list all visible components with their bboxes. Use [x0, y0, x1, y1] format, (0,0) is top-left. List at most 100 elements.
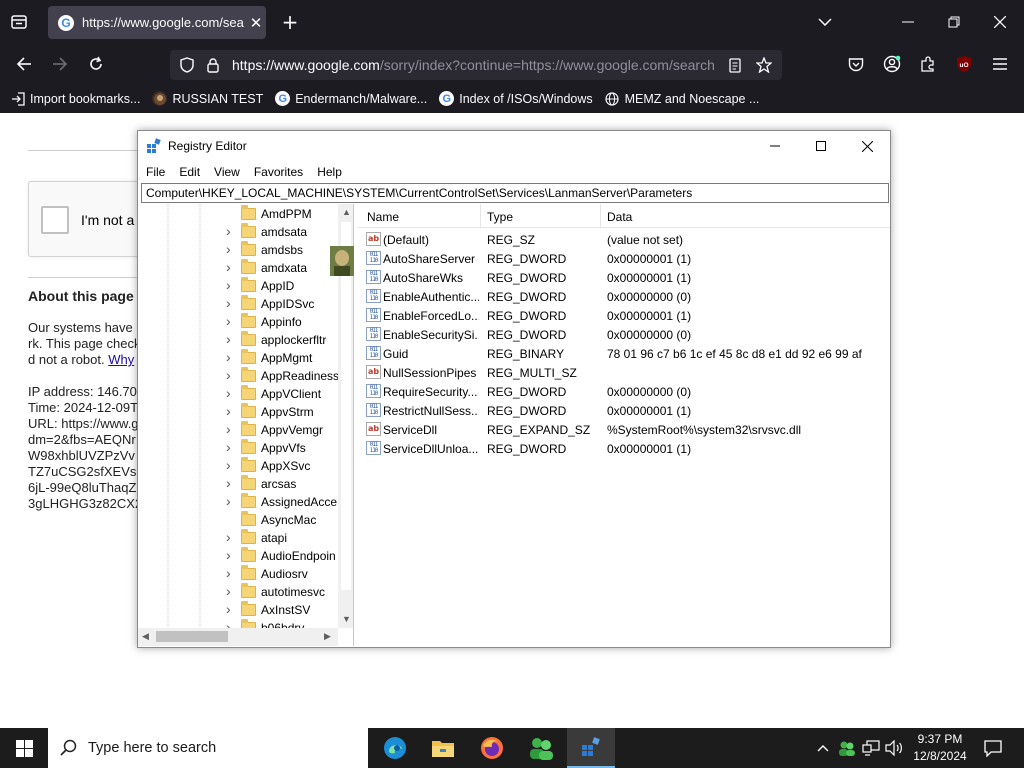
tree-item[interactable]: › AxInstSV [138, 601, 338, 619]
new-tab-icon[interactable]: + [280, 10, 300, 34]
show-hidden-icons-chevron-icon[interactable] [812, 728, 834, 768]
menu-view[interactable]: View [214, 165, 240, 179]
scrollbar-thumb[interactable] [156, 631, 228, 642]
expand-chevron-icon[interactable]: › [226, 475, 231, 491]
scroll-down-arrow-icon[interactable]: ▼ [342, 614, 351, 624]
account-icon[interactable] [882, 54, 902, 74]
close-icon[interactable] [844, 131, 890, 161]
tree-item[interactable]: › atapi [138, 529, 338, 547]
bookmark-memz[interactable]: MEMZ and Noescape ... [605, 91, 759, 106]
expand-chevron-icon[interactable]: › [226, 619, 231, 628]
tree-item[interactable]: AmdPPM [138, 205, 338, 223]
tree-item[interactable]: › amdsata [138, 223, 338, 241]
value-row[interactable]: 011 110 AutoShareServer REG_DWORD 0x0000000… [358, 249, 890, 268]
menu-edit[interactable]: Edit [179, 165, 200, 179]
column-header-data[interactable]: Data [607, 210, 632, 224]
value-row[interactable]: 011 110 RequireSecurity... REG_DWORD 0x0000… [358, 382, 890, 401]
url-text[interactable]: https://www.google.com/sorry/index?conti… [232, 57, 720, 73]
url-bar[interactable]: https://www.google.com/sorry/index?conti… [170, 50, 782, 80]
scroll-right-arrow-icon[interactable]: ▶ [324, 631, 331, 642]
expand-chevron-icon[interactable]: › [226, 259, 231, 275]
list-tabs-chevron-icon[interactable] [815, 12, 835, 32]
menu-help[interactable]: Help [317, 165, 342, 179]
value-row[interactable]: 011 110 RestrictNullSess... REG_DWORD 0x000… [358, 401, 890, 420]
app-menu-icon[interactable] [990, 54, 1010, 74]
bookmark-isos[interactable]: G Index of /ISOs/Windows [439, 91, 593, 106]
value-row[interactable]: 011 110 EnableSecuritySi... REG_DWORD 0x000… [358, 325, 890, 344]
tree-item[interactable]: › Appinfo [138, 313, 338, 331]
close-window-icon[interactable] [990, 12, 1010, 32]
expand-chevron-icon[interactable]: › [226, 457, 231, 473]
tree-item[interactable]: AsyncMac [138, 511, 338, 529]
volume-icon[interactable] [883, 728, 905, 768]
expand-chevron-icon[interactable]: › [226, 385, 231, 401]
taskbar-clock[interactable]: 9:37 PM 12/8/2024 [906, 731, 974, 765]
start-button[interactable] [0, 728, 48, 768]
expand-chevron-icon[interactable]: › [226, 241, 231, 257]
taskbar-firefox[interactable] [468, 728, 516, 768]
column-header-name[interactable]: Name [367, 210, 399, 224]
expand-chevron-icon[interactable]: › [226, 403, 231, 419]
value-row[interactable]: ab (Default) REG_SZ (value not set) [358, 230, 890, 249]
menu-favorites[interactable]: Favorites [254, 165, 303, 179]
expand-chevron-icon[interactable]: › [226, 367, 231, 383]
menu-file[interactable]: File [146, 165, 165, 179]
tree-item[interactable]: › autotimesvc [138, 583, 338, 601]
bookmark-russian-test[interactable]: RUSSIAN TEST [152, 91, 263, 106]
minimize-icon[interactable] [898, 12, 918, 32]
minimize-icon[interactable] [752, 131, 798, 161]
notifications-icon[interactable] [978, 728, 1008, 768]
tree-item[interactable]: › arcsas [138, 475, 338, 493]
bookmark-import[interactable]: Import bookmarks... [10, 91, 140, 106]
tree-item[interactable]: › AudioEndpoin [138, 547, 338, 565]
tree-horizontal-scrollbar[interactable]: ◀ ▶ [138, 628, 338, 646]
expand-chevron-icon[interactable]: › [226, 547, 231, 563]
expand-chevron-icon[interactable]: › [226, 331, 231, 347]
column-divider[interactable] [600, 204, 601, 228]
tracking-shield-icon[interactable] [178, 56, 196, 74]
expand-chevron-icon[interactable]: › [226, 277, 231, 293]
desktop-shortcut-icon[interactable] [330, 246, 354, 276]
tree-item[interactable]: › AppvStrm [138, 403, 338, 421]
column-header-type[interactable]: Type [487, 210, 513, 224]
tab-close-icon[interactable]: ✕ [248, 14, 264, 32]
tree-item[interactable]: › AppReadiness [138, 367, 338, 385]
taskbar-people-app[interactable] [517, 728, 565, 768]
lock-icon[interactable] [204, 56, 222, 74]
tree-item[interactable]: › amdsbs [138, 241, 338, 259]
column-divider[interactable] [480, 204, 481, 228]
registry-address-bar[interactable]: Computer\HKEY_LOCAL_MACHINE\SYSTEM\Curre… [141, 183, 889, 203]
people-tray-icon[interactable] [836, 728, 858, 768]
expand-chevron-icon[interactable]: › [226, 295, 231, 311]
expand-chevron-icon[interactable]: › [226, 601, 231, 617]
tree-item[interactable]: › AppMgmt [138, 349, 338, 367]
expand-chevron-icon[interactable]: › [226, 313, 231, 329]
value-row[interactable]: ab ServiceDll REG_EXPAND_SZ %SystemRoot%\sy… [358, 420, 890, 439]
title-bar[interactable]: Registry Editor [138, 131, 890, 161]
bookmark-endermanch[interactable]: G Endermanch/Malware... [275, 91, 427, 106]
bookmark-star-icon[interactable] [754, 55, 774, 75]
tree-item[interactable]: › AppvVfs [138, 439, 338, 457]
value-row[interactable]: 011 110 Guid REG_BINARY 78 01 96 c7 b6 1c e… [358, 344, 890, 363]
reload-icon[interactable] [86, 54, 106, 74]
tree-item[interactable]: › AssignedAcce [138, 493, 338, 511]
expand-chevron-icon[interactable]: › [226, 421, 231, 437]
pocket-icon[interactable] [846, 54, 866, 74]
tree-item[interactable]: › AppID [138, 277, 338, 295]
ublock-origin-icon[interactable]: uO [954, 54, 974, 74]
expand-chevron-icon[interactable]: › [226, 493, 231, 509]
why-link[interactable]: Why [108, 352, 134, 367]
forward-arrow-icon[interactable] [50, 54, 70, 74]
tree-item[interactable]: › applockerfltr [138, 331, 338, 349]
value-row[interactable]: 011 110 EnableAuthentic... REG_DWORD 0x0000… [358, 287, 890, 306]
expand-chevron-icon[interactable]: › [226, 439, 231, 455]
taskbar-edge[interactable] [371, 728, 419, 768]
restore-icon[interactable] [944, 12, 964, 32]
taskbar-search[interactable]: Type here to search [48, 728, 368, 768]
tree-item[interactable]: › b06bdrv [138, 619, 338, 628]
tree-item[interactable]: › amdxata [138, 259, 338, 277]
tree-item[interactable]: › AppIDSvc [138, 295, 338, 313]
maximize-icon[interactable] [798, 131, 844, 161]
expand-chevron-icon[interactable]: › [226, 529, 231, 545]
tree-item[interactable]: › Audiosrv [138, 565, 338, 583]
